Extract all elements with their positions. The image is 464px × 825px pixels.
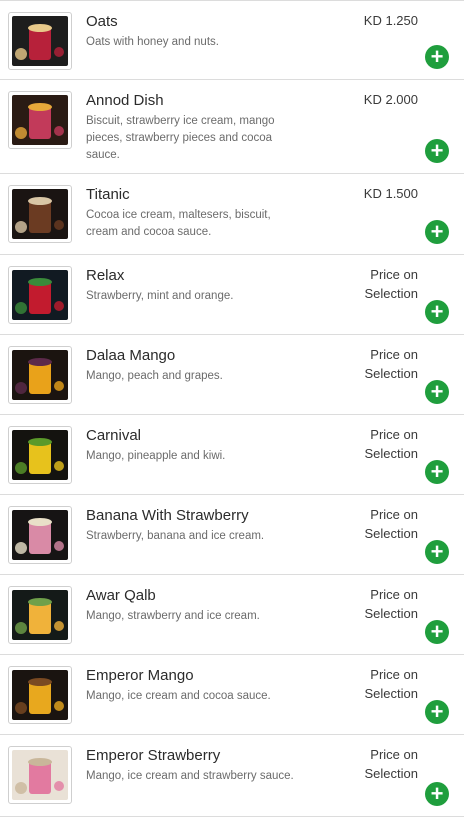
price-line: Price on (370, 507, 418, 522)
price-line: Price on (370, 747, 418, 762)
item-description: Mango, strawberry and ice cream. (86, 610, 260, 622)
product-photo-icon (12, 590, 68, 640)
item-name[interactable]: Emperor Mango (86, 667, 194, 684)
price-line: Price on (370, 427, 418, 442)
price-line: Price on (370, 347, 418, 362)
plus-icon: + (430, 44, 444, 69)
product-image[interactable] (8, 426, 72, 484)
menu-item[interactable]: Emperor Strawberry Mango, ice cream and … (0, 735, 464, 817)
plus-icon: + (430, 619, 444, 644)
price-line: Selection (364, 606, 418, 621)
item-price: KD 2.000 (364, 90, 418, 109)
add-to-cart-button[interactable]: + (425, 700, 449, 724)
item-price: KD 1.500 (364, 184, 418, 203)
item-price: Price on Selection (365, 265, 418, 303)
product-image[interactable] (8, 266, 72, 324)
price-line: Selection (364, 446, 418, 461)
product-image[interactable] (8, 746, 72, 804)
product-image[interactable] (8, 666, 72, 724)
product-photo-icon (12, 16, 68, 66)
item-name[interactable]: Relax (86, 267, 124, 284)
plus-icon: + (430, 299, 444, 324)
add-to-cart-button[interactable]: + (425, 220, 449, 244)
plus-icon: + (430, 219, 444, 244)
item-price: Price on Selection (365, 505, 418, 543)
add-to-cart-button[interactable]: + (425, 139, 449, 163)
item-description: Biscuit, strawberry ice cream, mango pie… (86, 115, 275, 161)
product-photo-icon (12, 510, 68, 560)
item-description: Mango, pineapple and kiwi. (86, 450, 226, 462)
product-image[interactable] (8, 586, 72, 644)
price-line: Selection (364, 366, 418, 381)
item-name[interactable]: Oats (86, 13, 118, 30)
item-description: Strawberry, mint and orange. (86, 290, 234, 302)
product-photo-icon (12, 189, 68, 239)
price-line: Selection (364, 686, 418, 701)
plus-icon: + (430, 539, 444, 564)
menu-item[interactable]: Carnival Mango, pineapple and kiwi. Pric… (0, 415, 464, 495)
item-name[interactable]: Emperor Strawberry (86, 747, 220, 764)
price-line: Selection (364, 766, 418, 781)
product-image[interactable] (8, 12, 72, 70)
menu-item-list: Oats Oats with honey and nuts. KD 1.250 … (0, 0, 464, 817)
item-price: Price on Selection (365, 425, 418, 463)
item-description: Strawberry, banana and ice cream. (86, 530, 265, 542)
item-description: Cocoa ice cream, maltesers, biscuit, cre… (86, 209, 271, 238)
item-description: Mango, ice cream and strawberry sauce. (86, 770, 294, 782)
item-name[interactable]: Dalaa Mango (86, 347, 175, 364)
product-image[interactable] (8, 91, 72, 149)
item-name[interactable]: Annod Dish (86, 92, 164, 109)
menu-item[interactable]: Titanic Cocoa ice cream, maltesers, bisc… (0, 174, 464, 255)
add-to-cart-button[interactable]: + (425, 620, 449, 644)
item-price: Price on Selection (365, 745, 418, 783)
product-photo-icon (12, 750, 68, 800)
add-to-cart-button[interactable]: + (425, 540, 449, 564)
plus-icon: + (430, 138, 444, 163)
item-description: Oats with honey and nuts. (86, 36, 219, 48)
product-photo-icon (12, 270, 68, 320)
price-line: Price on (370, 587, 418, 602)
add-to-cart-button[interactable]: + (425, 460, 449, 484)
product-image[interactable] (8, 185, 72, 243)
add-to-cart-button[interactable]: + (425, 380, 449, 404)
plus-icon: + (430, 459, 444, 484)
item-name[interactable]: Banana With Strawberry (86, 507, 249, 524)
menu-item[interactable]: Annod Dish Biscuit, strawberry ice cream… (0, 80, 464, 174)
plus-icon: + (430, 699, 444, 724)
item-description: Mango, ice cream and cocoa sauce. (86, 690, 271, 702)
menu-item[interactable]: Awar Qalb Mango, strawberry and ice crea… (0, 575, 464, 655)
price-line: KD 2.000 (363, 92, 418, 107)
plus-icon: + (430, 781, 444, 806)
menu-item[interactable]: Emperor Mango Mango, ice cream and cocoa… (0, 655, 464, 735)
price-line: Price on (370, 267, 418, 282)
item-price: KD 1.250 (364, 11, 418, 30)
product-photo-icon (12, 350, 68, 400)
item-description: Mango, peach and grapes. (86, 370, 223, 382)
product-photo-icon (12, 670, 68, 720)
product-photo-icon (12, 430, 68, 480)
menu-item[interactable]: Oats Oats with honey and nuts. KD 1.250 … (0, 0, 464, 80)
item-name[interactable]: Awar Qalb (86, 587, 156, 604)
plus-icon: + (430, 379, 444, 404)
product-image[interactable] (8, 506, 72, 564)
item-price: Price on Selection (365, 665, 418, 703)
price-line: Selection (364, 526, 418, 541)
item-price: Price on Selection (365, 345, 418, 383)
product-photo-icon (12, 95, 68, 145)
add-to-cart-button[interactable]: + (425, 782, 449, 806)
menu-item[interactable]: Relax Strawberry, mint and orange. Price… (0, 255, 464, 335)
price-line: KD 1.500 (363, 186, 418, 201)
add-to-cart-button[interactable]: + (425, 45, 449, 69)
price-line: Price on (370, 667, 418, 682)
price-line: KD 1.250 (363, 13, 418, 28)
menu-item[interactable]: Dalaa Mango Mango, peach and grapes. Pri… (0, 335, 464, 415)
item-price: Price on Selection (365, 585, 418, 623)
item-name[interactable]: Titanic (86, 186, 130, 203)
add-to-cart-button[interactable]: + (425, 300, 449, 324)
item-name[interactable]: Carnival (86, 427, 141, 444)
product-image[interactable] (8, 346, 72, 404)
price-line: Selection (364, 286, 418, 301)
menu-item[interactable]: Banana With Strawberry Strawberry, banan… (0, 495, 464, 575)
